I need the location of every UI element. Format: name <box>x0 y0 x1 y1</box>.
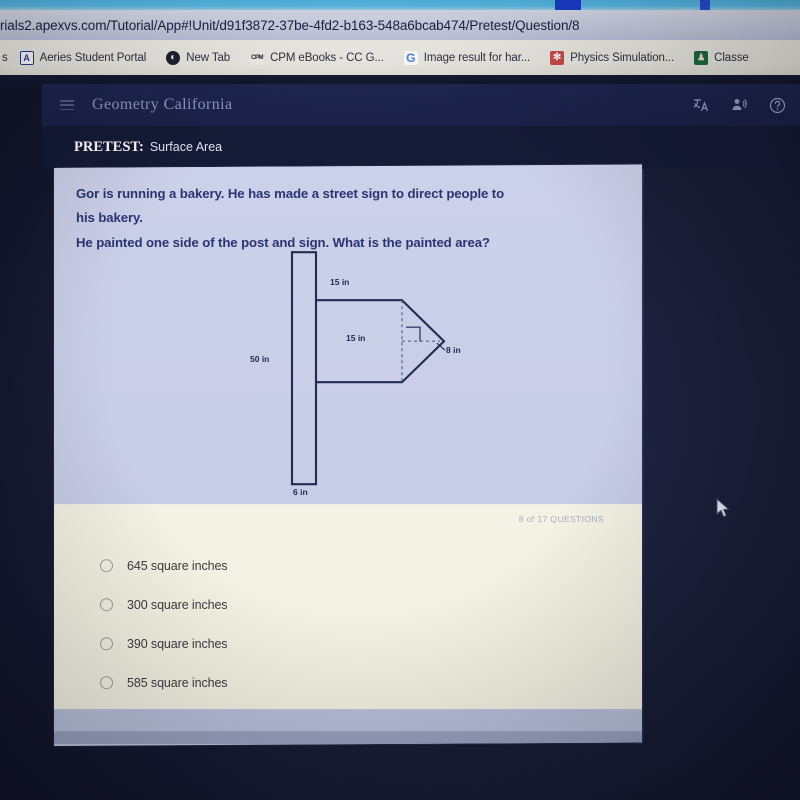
bookmark-item-classroom[interactable]: ♟ Classe <box>684 50 759 65</box>
browser-tab-strip <box>0 0 800 10</box>
answer-option-4[interactable]: 585 square inches <box>100 663 600 702</box>
header-icon-group <box>692 96 786 114</box>
pretest-bar: PRETEST: Surface Area <box>42 126 800 168</box>
physics-icon: ✻ <box>550 50 565 65</box>
bookmark-item-physics[interactable]: ✻ Physics Simulation... <box>540 50 684 65</box>
bookmark-item-cpm[interactable]: CPM CPM eBooks - CC G... <box>240 50 394 65</box>
answer-option-label: 645 square inches <box>127 558 228 573</box>
radio-button[interactable] <box>100 559 113 573</box>
pretest-label: PRETEST: <box>74 138 144 155</box>
label-sign-height: 15 in <box>346 333 366 344</box>
bookmark-ellipsis: s <box>2 51 8 64</box>
pretest-topic: Surface Area <box>149 140 223 154</box>
tab-chip <box>555 0 581 10</box>
answer-option-3[interactable]: 390 square inches <box>100 624 600 663</box>
cpm-icon: CPM <box>250 50 265 65</box>
question-panel: Gor is running a bakery. He has made a s… <box>54 166 642 505</box>
answer-option-label: 300 square inches <box>127 597 228 612</box>
label-arrow-point: 8 in <box>446 345 461 356</box>
app-title: Geometry California <box>92 96 233 113</box>
tab-chip <box>700 0 710 10</box>
card-footer-shadow <box>54 731 642 745</box>
bookmark-label: Image result for har... <box>423 51 531 64</box>
label-sign-top: 15 in <box>330 277 350 288</box>
answer-option-1[interactable]: 645 square inches <box>100 546 600 585</box>
bookmark-label: New Tab <box>186 51 231 64</box>
answer-option-label: 585 square inches <box>127 675 228 690</box>
question-line-1: Gor is running a bakery. He has made a s… <box>76 186 505 202</box>
question-text: Gor is running a bakery. He has made a s… <box>76 184 621 253</box>
bookmarks-bar: s A Aeries Student Portal ◐ New Tab CPM … <box>0 40 800 75</box>
radio-button[interactable] <box>100 676 113 690</box>
bookmark-label: Classe <box>714 51 749 64</box>
address-bar[interactable]: rials2.apexvs.com/Tutorial/App#!Unit/d91… <box>0 10 800 40</box>
answers-panel: 8 of 17 QUESTIONS 645 square inches 300 … <box>54 504 642 710</box>
right-angle-marker <box>406 326 421 342</box>
answer-option-2[interactable]: 300 square inches <box>100 585 600 624</box>
post-rectangle <box>290 251 318 486</box>
google-icon: G <box>403 50 418 65</box>
card-footer-strip <box>54 709 642 732</box>
answer-options-list: 645 square inches 300 square inches 390 … <box>100 546 600 702</box>
bookmark-label: Aeries Student Portal <box>39 51 147 64</box>
radio-button[interactable] <box>100 637 113 651</box>
answer-option-label: 390 square inches <box>127 636 228 651</box>
bookmark-item-image-result[interactable]: G Image result for har... <box>394 50 540 65</box>
label-post-width: 6 in <box>293 487 308 498</box>
classroom-icon: ♟ <box>694 50 709 65</box>
translate-icon[interactable] <box>692 96 710 114</box>
bookmark-item-new-tab[interactable]: ◐ New Tab <box>156 50 240 65</box>
question-counter: 8 of 17 QUESTIONS <box>518 514 604 525</box>
globe-icon: ◐ <box>166 50 181 65</box>
bookmark-truncated: s <box>0 52 10 64</box>
bookmark-item-aeries[interactable]: A Aeries Student Portal <box>10 50 157 65</box>
bookmark-label: CPM eBooks - CC G... <box>270 51 384 64</box>
help-icon[interactable] <box>768 96 786 114</box>
screen: rials2.apexvs.com/Tutorial/App#!Unit/d91… <box>0 0 800 800</box>
question-line-2: his bakery. <box>76 210 143 226</box>
app-header: Geometry California <box>42 84 800 126</box>
mouse-pointer <box>716 497 732 520</box>
bookmark-label: Physics Simulation... <box>570 51 675 64</box>
sign-arrow-outline <box>316 299 446 384</box>
street-sign-diagram: 15 in 15 in 8 in 50 in 6 in <box>234 244 494 498</box>
question-card: Gor is running a bakery. He has made a s… <box>54 164 642 746</box>
radio-button[interactable] <box>100 598 113 612</box>
read-aloud-icon[interactable] <box>730 96 748 114</box>
aeries-icon: A <box>19 50 34 65</box>
hamburger-icon[interactable] <box>60 100 74 110</box>
url-text: rials2.apexvs.com/Tutorial/App#!Unit/d91… <box>0 17 580 33</box>
label-post-height: 50 in <box>250 354 270 365</box>
